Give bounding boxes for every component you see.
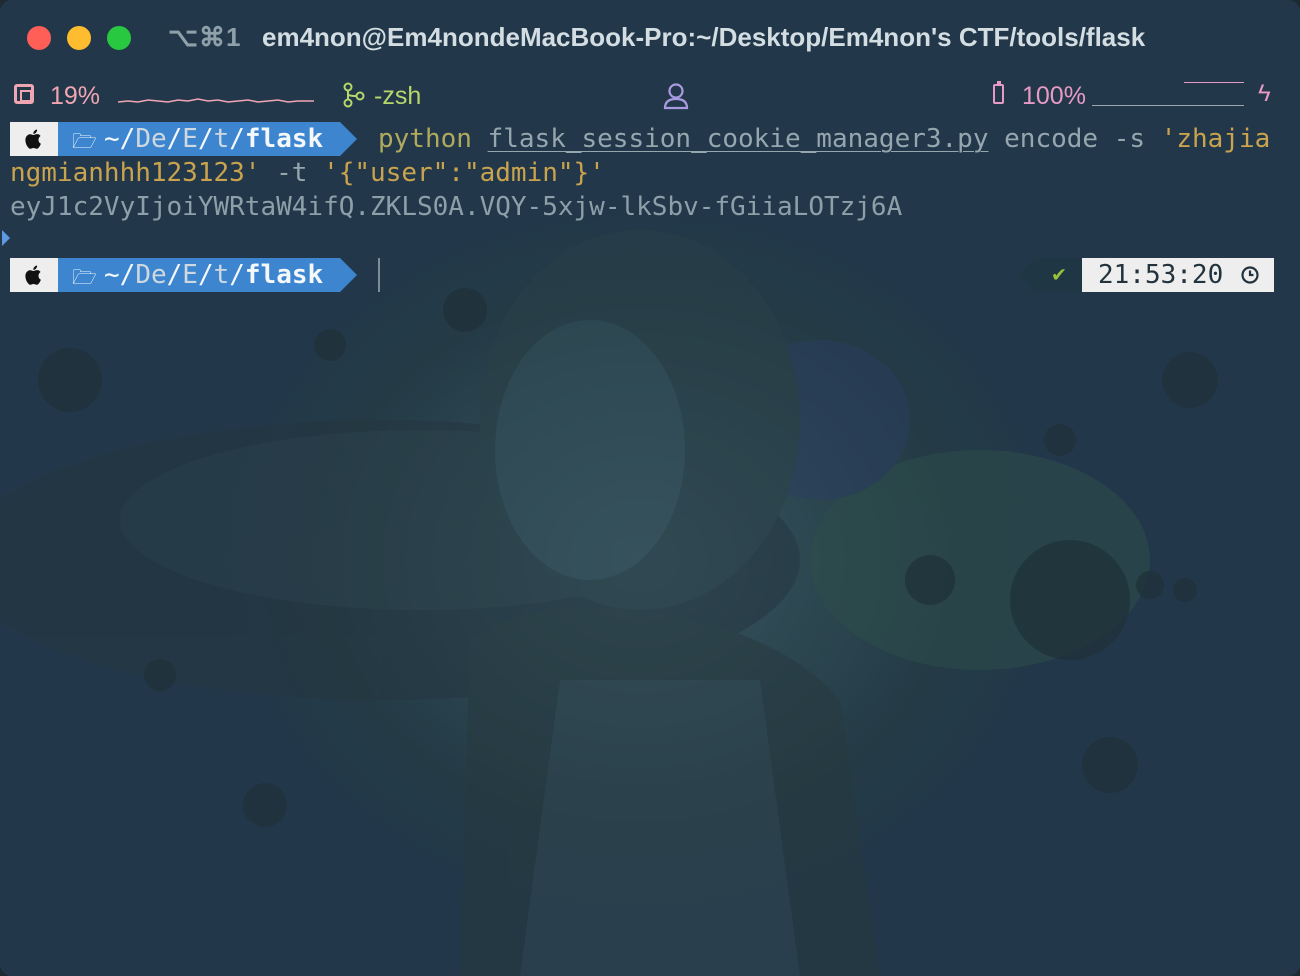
- command-program: python: [378, 124, 472, 154]
- command-script: flask_session_cookie_manager3.py: [487, 124, 989, 154]
- command-args: encode -s: [1004, 124, 1146, 154]
- path-sep: /: [166, 260, 183, 290]
- path-sep: /: [229, 260, 245, 290]
- terminal-window: ⌥⌘1 em4non@Em4nondeMacBook-Pro:~/Desktop…: [0, 0, 1300, 976]
- path-sep: /: [166, 124, 183, 154]
- tab-shortcut: ⌥⌘1: [168, 22, 242, 52]
- apple-segment: [10, 258, 58, 292]
- status-bar: 19% -zsh 100% ϟ: [0, 78, 1300, 118]
- battery-graph-top: [1184, 82, 1244, 83]
- prompt-path: ~/De/E/t/flask: [104, 258, 323, 292]
- cpu-usage: 19%: [50, 82, 101, 110]
- window-title: em4non@Em4nondeMacBook-Pro:~/Desktop/Em4…: [262, 22, 1146, 52]
- text-cursor[interactable]: [378, 258, 380, 292]
- folder-icon: 🗁: [72, 265, 97, 289]
- battery-icon: [993, 81, 1004, 104]
- right-prompt-arrow: [1018, 258, 1036, 292]
- path-current: flask: [244, 260, 324, 290]
- path-sep: /: [229, 124, 245, 154]
- command-line-wrap: ngmianhhh123123' -t '{"user":"admin"}': [10, 156, 605, 190]
- path-segment: 🗁 ~/De/E/t/flask: [58, 258, 340, 292]
- path-part: t: [213, 260, 230, 290]
- zoom-window-button[interactable]: [107, 26, 131, 50]
- command-secret-part1: 'zhajia: [1160, 124, 1271, 154]
- path-part: E: [182, 124, 198, 154]
- apple-segment: [10, 122, 58, 156]
- command-line: python flask_session_cookie_manager3.py …: [378, 122, 1270, 156]
- apple-icon: [25, 265, 41, 285]
- path-segment: 🗁 ~/De/E/t/flask: [58, 122, 340, 156]
- command-secret-part2: ngmianhhh123123': [10, 158, 261, 188]
- apple-icon: [25, 129, 41, 149]
- path-part: De: [135, 124, 167, 154]
- git-branch-icon: [343, 82, 365, 108]
- output-token: eyJ1c2VyIjoiYWRtaW4ifQ.ZKLS0A.VQY-5xjw-l…: [10, 192, 903, 222]
- battery-level: 100%: [1022, 82, 1086, 110]
- bolt-icon: ϟ: [1258, 80, 1271, 107]
- battery-graph-baseline: [1092, 105, 1244, 106]
- path-home: ~/: [104, 260, 136, 290]
- clock-segment: 21:53:20: [1082, 258, 1274, 292]
- path-sep: /: [197, 260, 214, 290]
- prompt-path: ~/De/E/t/flask: [104, 122, 323, 156]
- prompt-caret-icon: [2, 230, 10, 246]
- prompt-time: 21:53:20: [1098, 260, 1224, 290]
- path-home: ~/: [104, 124, 136, 154]
- minimize-window-button[interactable]: [67, 26, 91, 50]
- close-window-button[interactable]: [27, 26, 51, 50]
- path-current: flask: [244, 124, 324, 154]
- status-ok-icon: ✔: [1036, 258, 1082, 292]
- path-sep: /: [197, 124, 214, 154]
- title-bar: ⌥⌘1 em4non@Em4nondeMacBook-Pro:~/Desktop…: [0, 0, 1300, 76]
- shell-name: -zsh: [374, 82, 422, 110]
- command-flag: -t: [276, 158, 308, 188]
- path-part: t: [213, 124, 230, 154]
- cpu-icon: [14, 84, 34, 104]
- path-part: E: [182, 260, 198, 290]
- user-icon: [663, 83, 689, 110]
- command-payload: '{"user":"admin"}': [323, 158, 605, 188]
- cpu-sparkline: [118, 98, 314, 103]
- path-part: De: [135, 260, 167, 290]
- path-arrow: [340, 258, 357, 292]
- path-arrow: [340, 122, 357, 156]
- clock-icon: [1241, 266, 1259, 284]
